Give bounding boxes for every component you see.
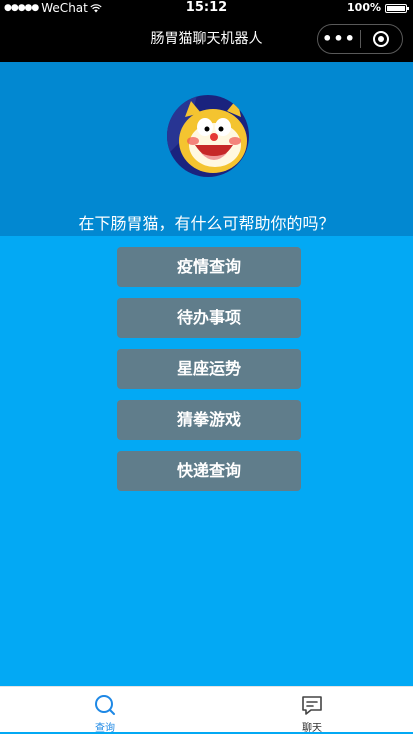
target-icon <box>373 31 390 47</box>
nav-bar: 肠胃猫聊天机器人 ••• <box>0 16 413 62</box>
status-bar: ●●●●● WeChat 15:12 100% <box>0 0 413 16</box>
more-options-button[interactable]: ••• <box>318 25 360 53</box>
tab-search[interactable]: 查询 <box>45 687 165 734</box>
search-icon <box>95 695 115 715</box>
battery-percent: 100% <box>347 1 381 14</box>
greeting-text: 在下肠胃猫，有什么可帮助你的吗？ <box>78 214 335 233</box>
cat-avatar-image <box>167 95 249 177</box>
close-miniprogram-button[interactable] <box>361 31 402 47</box>
menu-button-rps-game[interactable]: 猜拳游戏 <box>117 400 301 440</box>
battery-icon <box>385 3 409 13</box>
target-icon-dot <box>378 36 385 42</box>
avatar <box>167 95 249 177</box>
tab-chat[interactable]: 聊天 <box>252 687 372 734</box>
menu-button-todo[interactable]: 待办事项 <box>117 298 301 338</box>
tab-bar: 查询 聊天 <box>0 686 413 734</box>
status-right: 100% <box>347 0 409 16</box>
menu-button-epidemic[interactable]: 疫情查询 <box>117 247 301 287</box>
capsule-menu: ••• <box>317 24 403 54</box>
menu-button-horoscope[interactable]: 星座运势 <box>117 349 301 389</box>
menu-button-express[interactable]: 快递查询 <box>117 451 301 491</box>
chat-icon <box>302 696 322 715</box>
